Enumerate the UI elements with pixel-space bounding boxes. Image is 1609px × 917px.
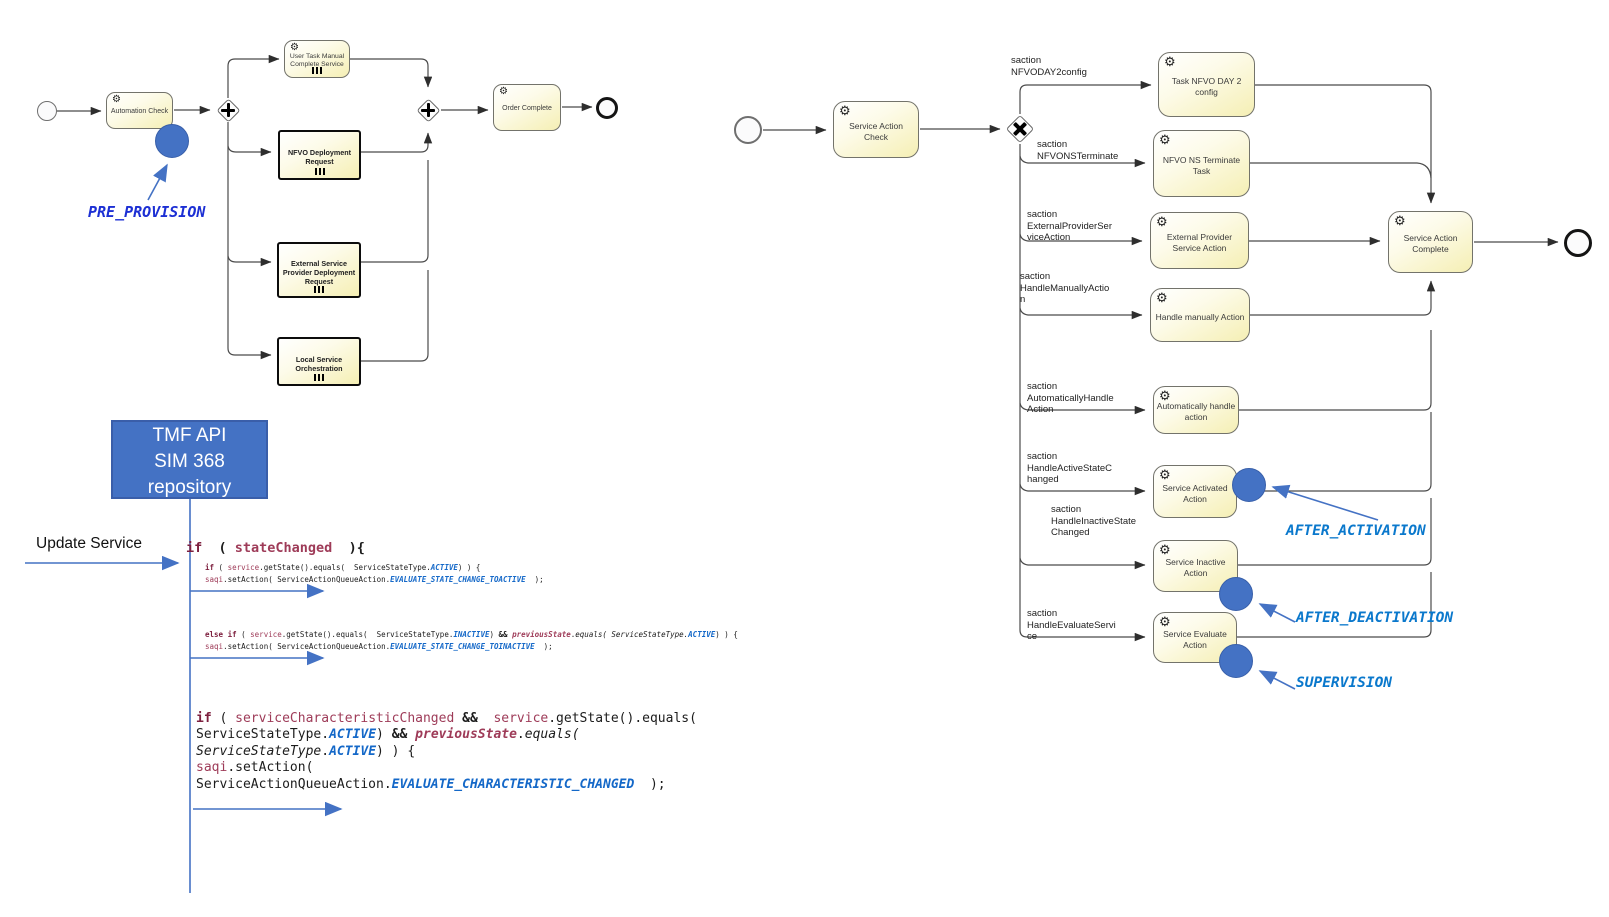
task-label: Service Evaluate Action <box>1163 625 1227 650</box>
bpmn-diagram-canvas: ⚙ Automation Check ⚙ User Task Manual Co… <box>0 0 1609 917</box>
pre-provision-marker[interactable] <box>155 124 189 158</box>
task-nfvo-ns-terminate[interactable]: ⚙ NFVO NS Terminate Task <box>1153 130 1250 197</box>
task-service-action-check[interactable]: ⚙ Service Action Check <box>833 101 919 158</box>
supervision-annotation: SUPERVISION <box>1296 675 1392 691</box>
supervision-marker[interactable] <box>1219 644 1253 678</box>
multi-instance-icon <box>314 286 324 293</box>
code-block-toinactive: else if ( service.getState().equals( Ser… <box>205 629 738 653</box>
task-label: Task NFVO DAY 2 config <box>1172 72 1242 97</box>
task-handle-manually-action[interactable]: ⚙ Handle manually Action <box>1150 288 1250 342</box>
multi-instance-icon <box>315 168 325 175</box>
task-label: Local Service Orchestration <box>295 351 342 373</box>
task-nfvo-deployment-request[interactable]: NFVO Deployment Request <box>278 130 361 180</box>
service-task-gear-icon: ⚙ <box>1159 389 1171 403</box>
task-automation-check[interactable]: ⚙ Automation Check <box>106 92 173 129</box>
tmf-api-repository-box[interactable]: TMF API SIM 368 repository <box>111 420 268 499</box>
task-label: NFVO NS Terminate Task <box>1163 151 1240 176</box>
flow-label-externalproviderserviceaction: saction ExternalProviderSer viceAction <box>1027 209 1112 244</box>
flow-label-handleactivestatechanged: saction HandleActiveStateC hanged <box>1027 451 1112 486</box>
after-activation-annotation: AFTER_ACTIVATION <box>1286 523 1426 539</box>
task-label: Service Activated Action <box>1162 479 1227 504</box>
exclusive-gateway[interactable] <box>1006 115 1034 143</box>
after-deactivation-marker[interactable] <box>1219 577 1253 611</box>
flow-label-automaticallyhandleaction: saction AutomaticallyHandle Action <box>1027 381 1114 416</box>
task-label: Handle manually Action <box>1156 308 1245 323</box>
code-block-statechanged-title: if ( stateChanged ){ <box>186 540 365 556</box>
multi-instance-icon <box>312 67 322 74</box>
service-task-gear-icon: ⚙ <box>290 42 299 53</box>
service-task-gear-icon: ⚙ <box>1156 291 1168 305</box>
parallel-gateway-split[interactable] <box>216 98 240 122</box>
task-automatically-handle-action[interactable]: ⚙ Automatically handle action <box>1153 386 1239 434</box>
service-task-gear-icon: ⚙ <box>1159 615 1171 629</box>
task-label: Service Action Complete <box>1404 229 1458 254</box>
service-task-gear-icon: ⚙ <box>112 94 121 105</box>
end-event-right[interactable] <box>1564 229 1592 257</box>
task-user-task-manual-complete-service[interactable]: ⚙ User Task Manual Complete Service <box>284 40 350 78</box>
after-deactivation-annotation: AFTER_DEACTIVATION <box>1296 610 1453 626</box>
multi-instance-icon <box>314 374 324 381</box>
task-label: External Provider Service Action <box>1167 228 1232 253</box>
service-task-gear-icon: ⚙ <box>1159 133 1171 147</box>
flow-label-nfvoday2config: saction NFVODAY2config <box>1011 55 1087 78</box>
flow-label-nfvonsterminate: saction NFVONSTerminate <box>1037 139 1118 162</box>
service-task-gear-icon: ⚙ <box>499 86 508 97</box>
code-block-toactive: if ( service.getState().equals( ServiceS… <box>205 562 544 586</box>
start-event-left[interactable] <box>37 101 57 121</box>
service-task-gear-icon: ⚙ <box>1164 55 1176 69</box>
start-event-right[interactable] <box>734 116 762 144</box>
task-order-complete[interactable]: ⚙ Order Complete <box>493 84 561 131</box>
flow-label-handlemanuallyaction: saction HandleManuallyActio n <box>1020 271 1109 306</box>
repository-box-label: TMF API SIM 368 repository <box>148 425 231 498</box>
service-task-gear-icon: ⚙ <box>839 104 851 118</box>
task-external-service-provider-deployment-request[interactable]: External Service Provider Deployment Req… <box>277 242 361 298</box>
pre-provision-annotation: PRE_PROVISION <box>88 203 205 221</box>
task-label: Service Action Check <box>849 117 903 142</box>
update-service-label: Update Service <box>36 535 142 553</box>
service-task-gear-icon: ⚙ <box>1159 468 1171 482</box>
task-label: Service Inactive Action <box>1166 553 1226 578</box>
service-task-gear-icon: ⚙ <box>1156 215 1168 229</box>
task-label: External Service Provider Deployment Req… <box>283 255 355 286</box>
service-task-gear-icon: ⚙ <box>1394 214 1406 228</box>
task-local-service-orchestration[interactable]: Local Service Orchestration <box>277 337 361 386</box>
task-service-action-complete[interactable]: ⚙ Service Action Complete <box>1388 211 1473 273</box>
service-task-gear-icon: ⚙ <box>1159 543 1171 557</box>
flow-label-handleevaluateservice: saction HandleEvaluateServi ce <box>1027 608 1116 643</box>
parallel-gateway-join[interactable] <box>416 98 440 122</box>
end-event-left[interactable] <box>596 97 618 119</box>
after-activation-marker[interactable] <box>1232 468 1266 502</box>
task-external-provider-service-action[interactable]: ⚙ External Provider Service Action <box>1150 212 1249 269</box>
code-block-characteristic-changed: if ( serviceCharacteristicChanged && ser… <box>196 711 697 793</box>
task-service-activated-action[interactable]: ⚙ Service Activated Action <box>1153 465 1237 518</box>
flow-label-handleinactivestatechanged: saction HandleInactiveState Changed <box>1051 504 1136 539</box>
task-label: Automation Check <box>111 104 168 117</box>
task-nfvo-day2-config[interactable]: ⚙ Task NFVO DAY 2 config <box>1158 52 1255 117</box>
task-label: Order Complete <box>502 101 552 114</box>
task-label: NFVO Deployment Request <box>288 144 351 166</box>
